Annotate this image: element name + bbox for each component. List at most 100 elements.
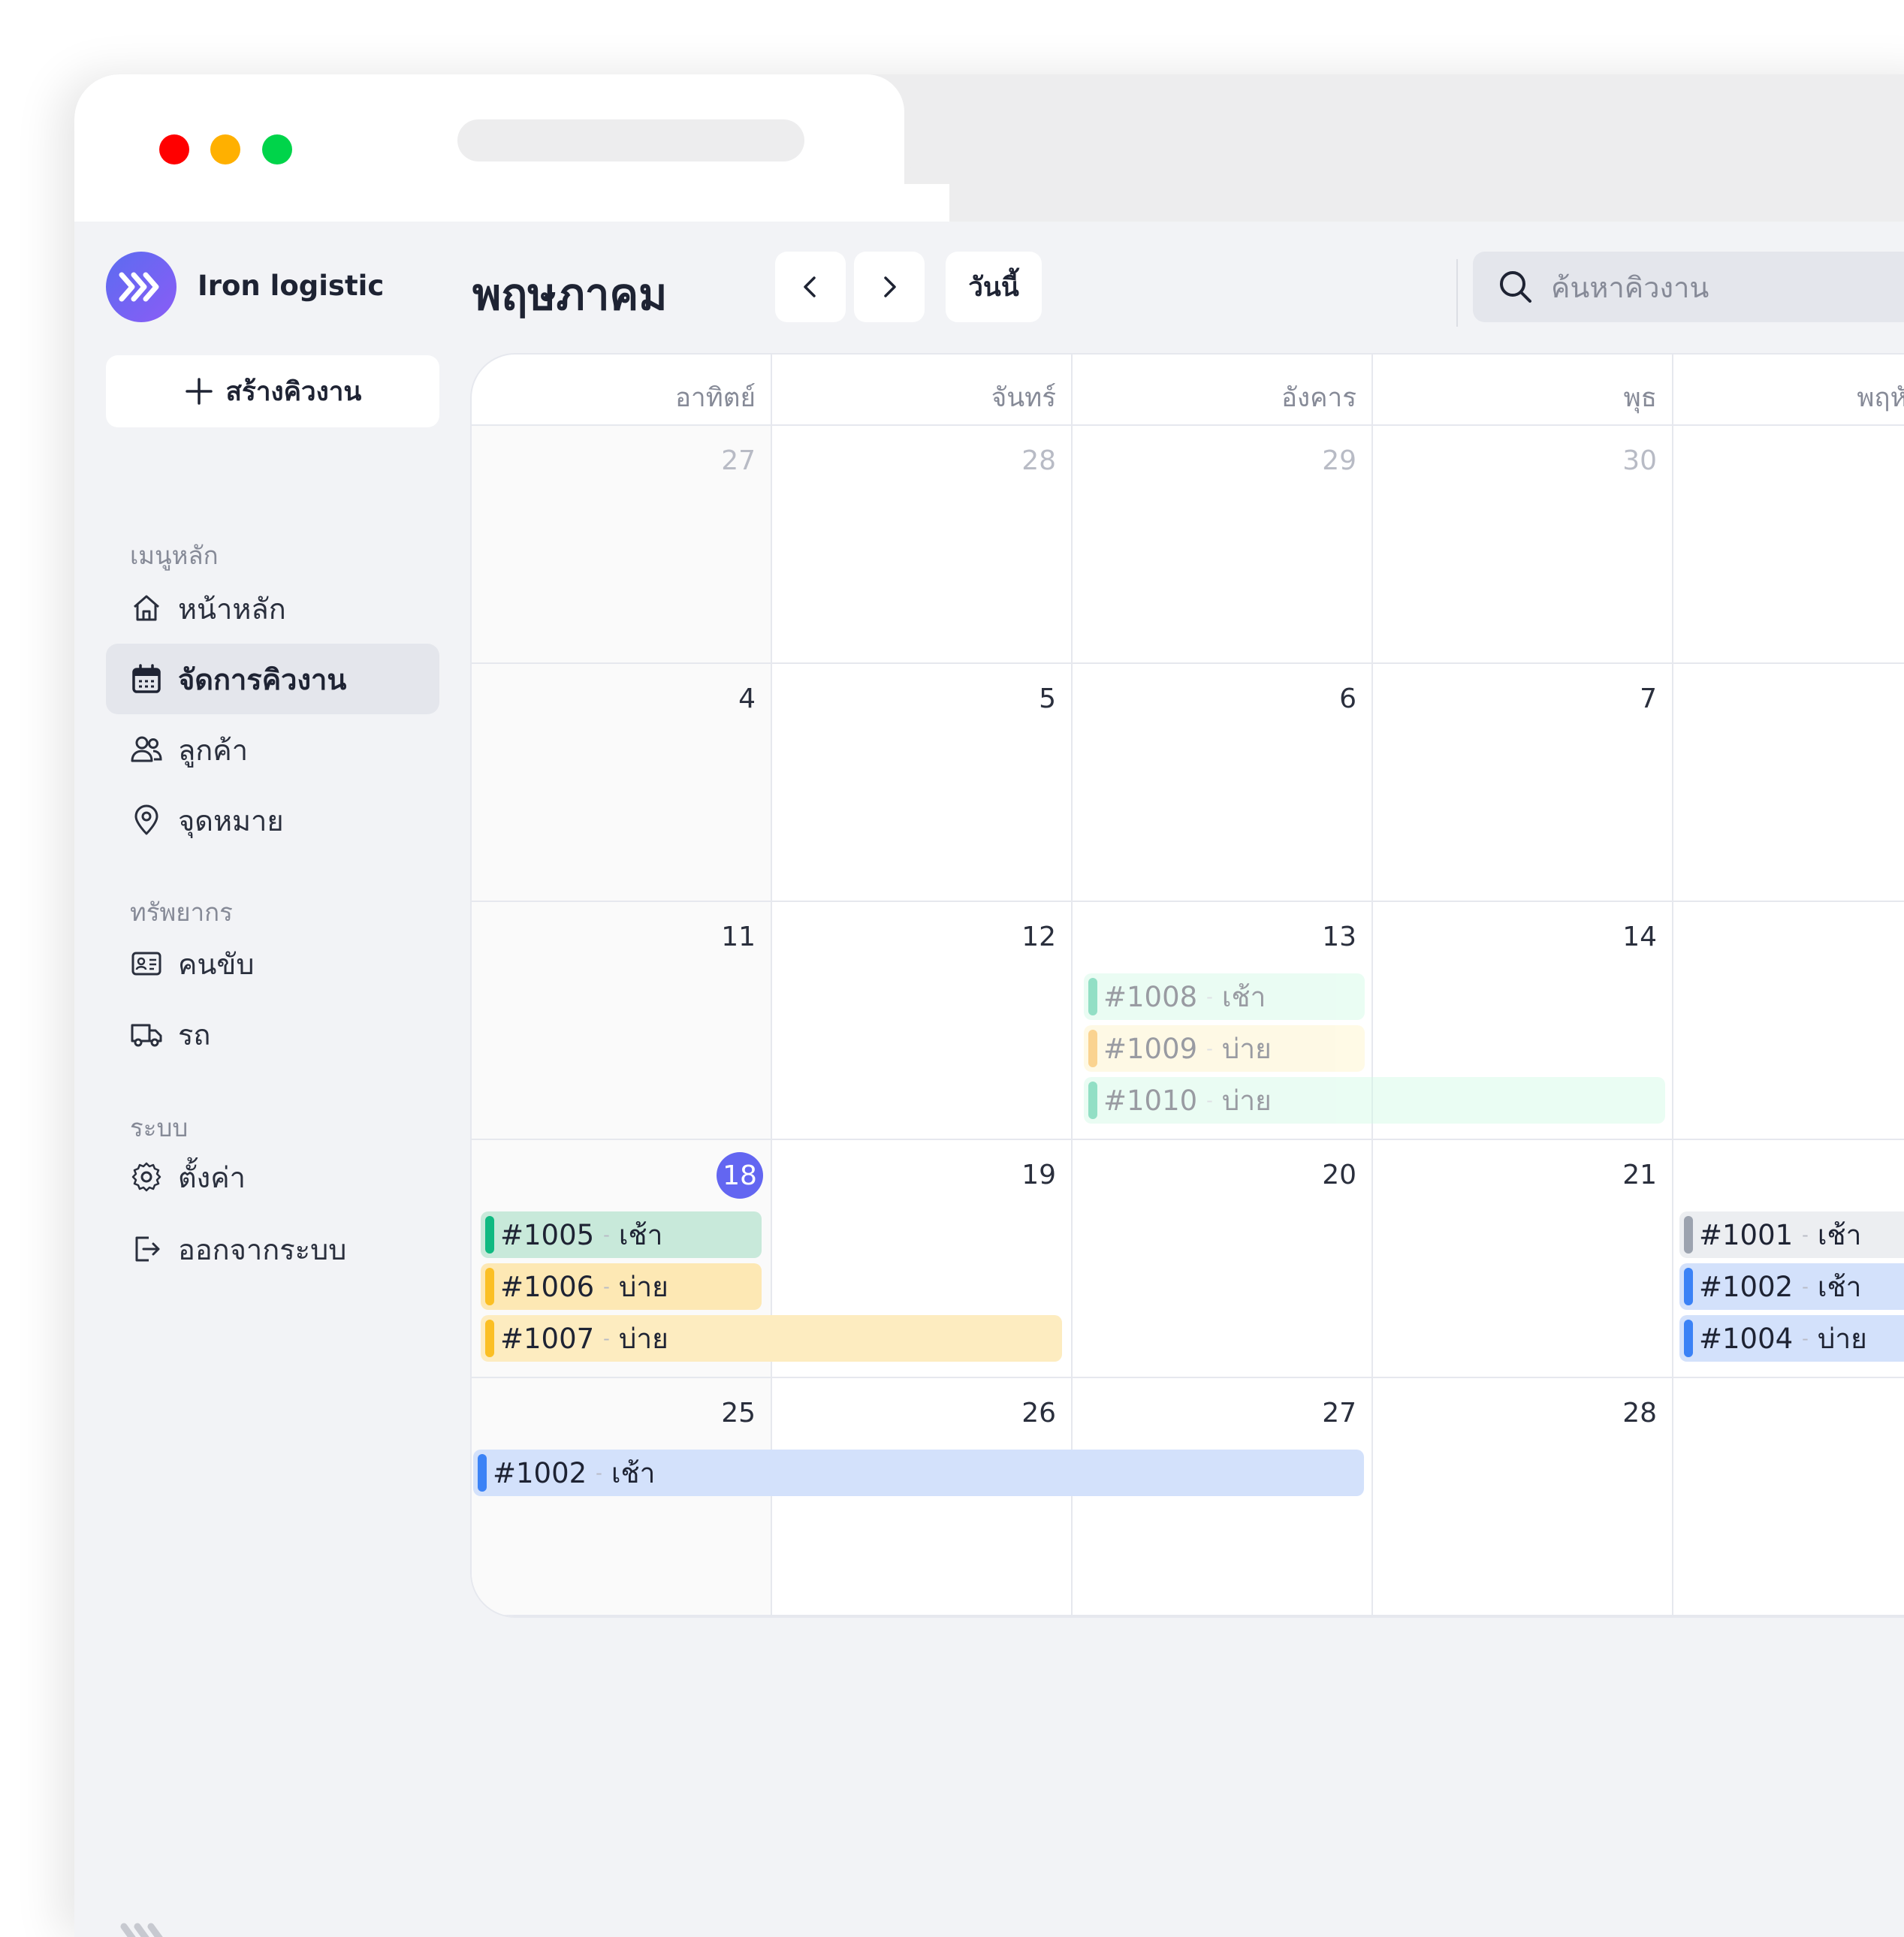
next-month-button[interactable] [854, 252, 925, 322]
logout-icon [130, 1232, 163, 1266]
sidebar-item-vehicles[interactable]: รถ [106, 999, 439, 1070]
day-cell[interactable]: 29 [1073, 426, 1373, 664]
today-badge: 18 [717, 1152, 763, 1199]
sidebar-item-destinations[interactable]: จุดหมาย [106, 785, 439, 855]
day-cell[interactable] [1673, 664, 1904, 902]
sidebar-item-label: ออกจากระบบ [178, 1232, 347, 1266]
month-calendar: อาทิตย์จันทร์อังคารพุธพฤหัสบดี 27 28 29 30 4 5… [470, 353, 1904, 1618]
event-separator: - [603, 1224, 610, 1245]
day-cell[interactable]: 26 [772, 1378, 1073, 1616]
event-shift: เช้า [618, 1218, 663, 1251]
weekday-header: พุธ [1373, 355, 1673, 426]
sidebar-item-home[interactable]: หน้าหลัก [106, 573, 439, 644]
app-logo[interactable] [106, 252, 177, 322]
day-cell[interactable]: 12 [772, 902, 1073, 1140]
address-bar[interactable] [457, 119, 804, 161]
today-button[interactable]: วันนี้ [946, 252, 1042, 322]
event-separator: - [603, 1276, 610, 1297]
event-id: #1005 [500, 1218, 595, 1251]
job-event[interactable]: #1008- เช้า [1084, 973, 1365, 1020]
day-number: 26 [1021, 1398, 1056, 1429]
sidebar-item-drivers[interactable]: คนขับ [106, 928, 439, 999]
map-pin-icon [130, 804, 163, 837]
create-job-button[interactable]: สร้างคิวงาน [106, 355, 439, 427]
day-cell[interactable]: 11 [472, 902, 772, 1140]
job-event[interactable]: #1001- เช้า [1679, 1211, 1904, 1258]
event-id: #1008 [1103, 980, 1198, 1013]
job-event[interactable]: #1005- เช้า [481, 1211, 762, 1258]
day-cell[interactable]: 28 [1373, 1378, 1673, 1616]
job-event[interactable]: #1002- เช้า [1679, 1263, 1904, 1310]
background-tab[interactable] [904, 74, 1904, 184]
event-shift: เช้า [1817, 1218, 1862, 1251]
day-cell[interactable]: 25 [472, 1378, 772, 1616]
day-cell[interactable]: 6 [1073, 664, 1373, 902]
event-id: #1007 [500, 1322, 595, 1355]
event-color-bar [1088, 1030, 1097, 1067]
event-separator: - [603, 1328, 610, 1349]
day-cell[interactable]: 21 [1373, 1140, 1673, 1378]
maximize-window-button[interactable] [262, 134, 292, 164]
event-color-bar [485, 1216, 494, 1254]
job-event[interactable]: #1006- บ่าย [481, 1263, 762, 1310]
event-separator: - [1802, 1328, 1809, 1349]
day-cell[interactable]: 7 [1373, 664, 1673, 902]
event-shift: เช้า [611, 1456, 656, 1489]
browser-window: Iron logistic สร้างคิวงาน เมนูหลัก หน้าห… [74, 74, 1904, 1937]
active-tab[interactable] [74, 74, 904, 222]
event-shift: เช้า [1817, 1270, 1862, 1303]
job-event[interactable]: #1009- บ่าย [1084, 1025, 1365, 1072]
sidebar-item-logout[interactable]: ออกจากระบบ [106, 1214, 439, 1284]
day-number: 25 [721, 1398, 756, 1429]
gear-icon [130, 1160, 163, 1193]
event-shift: บ่าย [1817, 1322, 1867, 1355]
event-shift: บ่าย [618, 1322, 668, 1355]
job-event[interactable]: #1007- บ่าย [481, 1315, 1062, 1362]
day-cell[interactable]: 30 [1373, 426, 1673, 664]
day-number: 27 [1322, 1398, 1356, 1429]
sidebar-item-label: หน้าหลัก [178, 592, 286, 626]
sidebar-item-settings[interactable]: ตั้งค่า [106, 1142, 439, 1212]
job-event[interactable]: #1002- เช้า [473, 1450, 1364, 1496]
event-color-bar [485, 1268, 494, 1305]
day-number: 29 [1322, 445, 1356, 476]
prev-month-button[interactable] [775, 252, 846, 322]
day-cell[interactable] [1673, 1378, 1904, 1616]
sidebar-item-customers[interactable]: ลูกค้า [106, 714, 439, 785]
event-separator: - [1206, 1090, 1213, 1111]
close-window-button[interactable] [159, 134, 189, 164]
sidebar: Iron logistic สร้างคิวงาน เมนูหลัก หน้าห… [74, 222, 465, 1937]
event-separator: - [1802, 1224, 1809, 1245]
day-number: 11 [721, 922, 756, 952]
chevron-left-icon [804, 276, 816, 297]
day-cell[interactable]: 28 [772, 426, 1073, 664]
weekday-header: อาทิตย์ [472, 355, 772, 426]
search-input[interactable]: ค้นหาคิวงาน [1473, 252, 1904, 322]
day-cell[interactable] [1673, 426, 1904, 664]
create-job-label: สร้างคิวงาน [225, 376, 362, 407]
minimize-window-button[interactable] [210, 134, 240, 164]
day-cell[interactable]: 20 [1073, 1140, 1373, 1378]
sidebar-item-job-management[interactable]: จัดการคิวงาน [106, 644, 439, 714]
day-cell[interactable]: 27 [1073, 1378, 1373, 1616]
event-id: #1001 [1699, 1218, 1794, 1251]
event-shift: บ่าย [1221, 1032, 1272, 1065]
day-number: 4 [738, 683, 756, 714]
event-shift: บ่าย [618, 1270, 668, 1303]
event-color-bar [1684, 1320, 1693, 1357]
day-cell[interactable]: 5 [772, 664, 1073, 902]
day-number: 28 [1622, 1398, 1657, 1429]
event-id: #1010 [1103, 1084, 1198, 1117]
job-event[interactable]: #1010- บ่าย [1084, 1077, 1665, 1124]
logo-chevrons-icon [119, 272, 159, 302]
day-number: 14 [1622, 922, 1657, 952]
day-cell[interactable] [1673, 902, 1904, 1140]
day-cell[interactable]: 4 [472, 664, 772, 902]
search-icon [1500, 271, 1531, 303]
day-cell[interactable]: 27 [472, 426, 772, 664]
event-color-bar [1684, 1216, 1693, 1254]
event-id: #1002 [493, 1456, 587, 1489]
event-id: #1002 [1699, 1270, 1794, 1303]
job-event[interactable]: #1004- บ่าย [1679, 1315, 1904, 1362]
event-id: #1009 [1103, 1032, 1198, 1065]
